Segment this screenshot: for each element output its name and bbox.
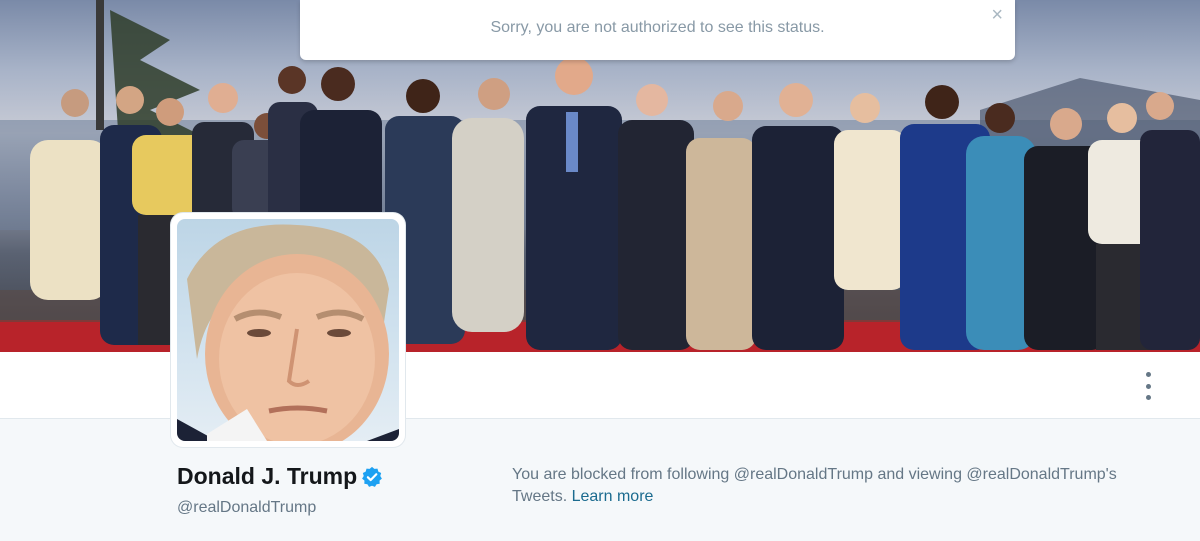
learn-more-link[interactable]: Learn more (572, 488, 654, 505)
profile-avatar[interactable] (171, 213, 405, 447)
more-dot (1145, 372, 1151, 377)
more-dot (1145, 383, 1151, 389)
more-vertical-icon[interactable] (1138, 372, 1158, 400)
avatar-portrait-illustration (177, 224, 399, 441)
status-alert: Sorry, you are not authorized to see thi… (300, 0, 1015, 60)
alert-message: Sorry, you are not authorized to see thi… (490, 19, 825, 36)
profile-handle[interactable]: @realDonaldTrump (177, 499, 316, 517)
profile-name[interactable]: Donald J. Trump (177, 463, 383, 490)
close-icon[interactable]: × (991, 4, 1003, 27)
avatar-photo (177, 219, 399, 441)
more-dot (1145, 395, 1151, 400)
blocked-notice: You are blocked from following @realDona… (512, 464, 1132, 508)
verified-badge-icon (361, 466, 383, 488)
profile-name-text: Donald J. Trump (177, 463, 358, 489)
